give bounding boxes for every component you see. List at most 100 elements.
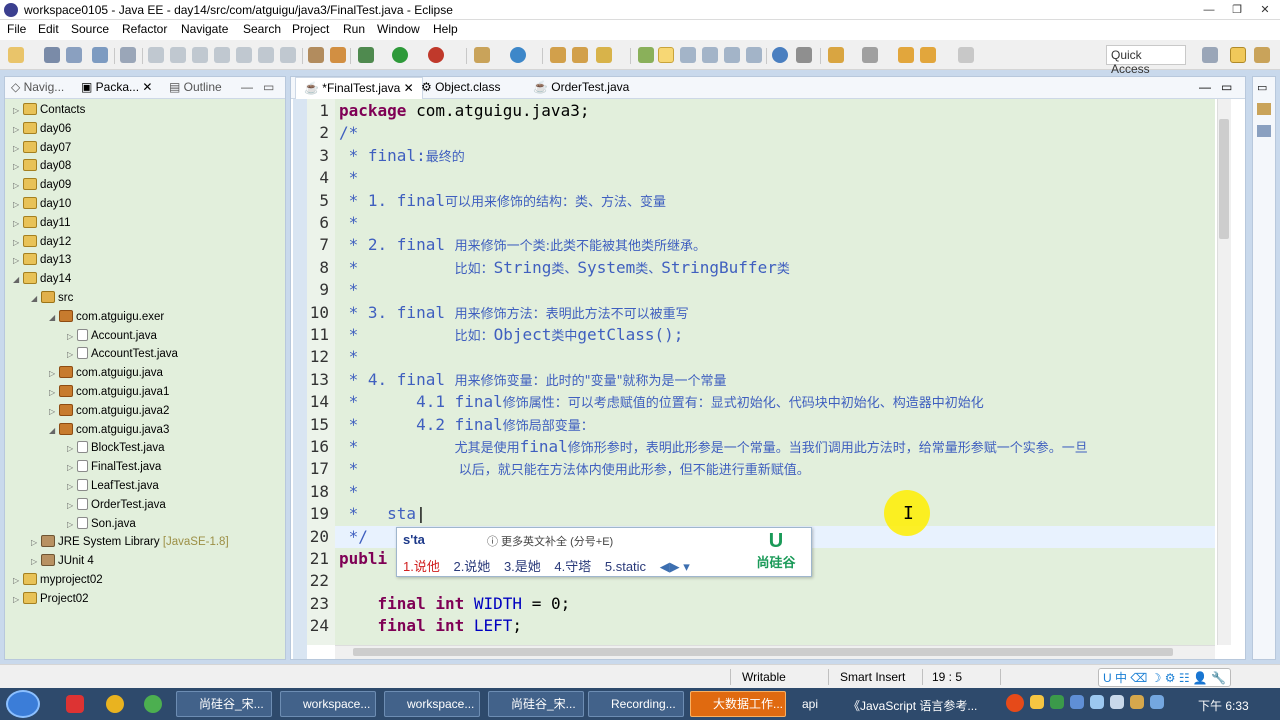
tab-object-class[interactable]: ⚙ Object.class (421, 80, 500, 94)
save-icon[interactable] (44, 47, 60, 63)
expand-toggle-icon[interactable]: ▷ (13, 590, 23, 609)
step-return-icon[interactable] (280, 47, 296, 63)
menu-edit[interactable]: Edit (38, 22, 59, 36)
minimize-panel-icon[interactable]: — (241, 80, 253, 94)
expand-toggle-icon[interactable]: ▷ (67, 327, 77, 346)
ime-hint[interactable]: ⓘ 更多英文补全 (分号+E) (487, 533, 613, 549)
tree-item[interactable]: ▷ day06 (13, 120, 71, 139)
tree-item[interactable]: ◢ src (31, 289, 73, 308)
run-external-tools-icon[interactable] (428, 47, 444, 63)
expand-toggle-icon[interactable]: ▷ (13, 139, 23, 158)
save-all-icon[interactable] (66, 47, 82, 63)
expand-toggle-icon[interactable]: ▷ (49, 402, 59, 421)
suspend-icon[interactable] (170, 47, 186, 63)
block-selection-icon[interactable] (680, 47, 696, 63)
code-line[interactable]: * 4.2 final修饰局部变量： (339, 415, 594, 434)
chrome-alt-icon[interactable] (144, 695, 162, 713)
new-java-project-icon[interactable] (474, 47, 490, 63)
mark-occurrences-icon[interactable] (658, 47, 674, 63)
expand-toggle-icon[interactable]: ▷ (13, 571, 23, 590)
tree-item[interactable]: ▷ Son.java (67, 515, 136, 534)
tray-icon[interactable] (1070, 695, 1084, 709)
close-button[interactable]: ✕ (1252, 2, 1278, 18)
ime-candidate[interactable]: 5.static (605, 559, 646, 574)
tree-item[interactable]: ▷ day07 (13, 139, 71, 158)
use-step-filters-icon[interactable] (330, 47, 346, 63)
expand-toggle-icon[interactable]: ▷ (13, 251, 23, 270)
expand-toggle-icon[interactable]: ▷ (31, 533, 41, 552)
tray-icon[interactable] (1030, 695, 1044, 709)
tree-item[interactable]: ▷ com.atguigu.java2 (49, 402, 169, 421)
code-line[interactable]: * 尤其是使用final修饰形参时，表明此形参是一个常量。当我们调用此方法时，给… (339, 437, 1088, 456)
netease-music-icon[interactable] (66, 695, 84, 713)
code-line[interactable]: package com.atguigu.java3; (339, 101, 589, 120)
code-line[interactable]: /* (339, 123, 358, 142)
tab-finaltest[interactable]: ☕ *FinalTest.java ✕ (295, 77, 423, 99)
code-line[interactable]: * sta| (339, 504, 426, 523)
tab-outline[interactable]: ▤ Outline (169, 80, 222, 94)
ime-toolbar[interactable]: U 中 ⌫ ☽ ⚙ ☷ 👤 🔧 (1098, 668, 1232, 687)
show-whitespace-icon[interactable] (724, 47, 740, 63)
tray-icon[interactable] (1050, 695, 1064, 709)
back-icon[interactable] (920, 47, 936, 63)
taskbar-browser-tab[interactable]: 《JavaScript 语言参考... (848, 697, 977, 714)
expand-toggle-icon[interactable]: ▷ (13, 176, 23, 195)
tree-item[interactable]: ▷ day09 (13, 176, 71, 195)
code-line[interactable]: * 4.1 final修饰属性：可以考虑赋值的位置有：显式初始化、代码块中初始化… (339, 392, 984, 411)
task-button[interactable]: 大数据工作... (690, 691, 786, 717)
open-type-icon[interactable] (550, 47, 566, 63)
tree-item[interactable]: ▷ day10 (13, 195, 71, 214)
disconnect-icon[interactable] (214, 47, 230, 63)
action-center-icon[interactable] (1150, 695, 1164, 709)
expand-toggle-icon[interactable]: ▷ (67, 439, 77, 458)
expand-toggle-icon[interactable]: ▷ (49, 383, 59, 402)
code-line[interactable]: * (339, 347, 359, 366)
vertical-scroll-thumb[interactable] (1219, 119, 1229, 239)
tree-item[interactable]: ▷ AccountTest.java (67, 345, 178, 364)
code-line[interactable]: * (339, 482, 359, 501)
expand-toggle-icon[interactable]: ◢ (13, 270, 23, 289)
code-line[interactable]: final int WIDTH = 0; (339, 594, 571, 613)
tree-item[interactable]: ▷ com.atguigu.java1 (49, 383, 169, 402)
menu-search[interactable]: Search (243, 22, 281, 36)
tree-item[interactable]: ▷ BlockTest.java (67, 439, 165, 458)
code-line[interactable]: * 比如：Object类中getClass(); (339, 325, 684, 344)
code-line[interactable]: * 3. final 用来修饰方法：表明此方法不可以被重写 (339, 303, 689, 322)
tree-item[interactable]: ▷ com.atguigu.java (49, 364, 163, 383)
code-line[interactable]: * 1. final可以用来修饰的结构：类、方法、变量 (339, 191, 666, 210)
code-line[interactable]: publi (339, 549, 387, 568)
code-line[interactable]: final int LEFT; (339, 616, 523, 635)
step-over-icon[interactable] (258, 47, 274, 63)
resume-icon[interactable] (148, 47, 164, 63)
task-list-icon[interactable] (1257, 125, 1271, 137)
clock[interactable]: 下午 6:33 (1198, 697, 1249, 714)
search-icon[interactable] (596, 47, 612, 63)
task-button[interactable]: 尚硅谷_宋... (176, 691, 272, 717)
expand-toggle-icon[interactable]: ▷ (13, 120, 23, 139)
tab-ordertest[interactable]: ☕ OrderTest.java (533, 80, 629, 94)
menu-help[interactable]: Help (433, 22, 458, 36)
expand-toggle-icon[interactable]: ◢ (49, 421, 59, 440)
expand-toggle-icon[interactable]: ▷ (67, 345, 77, 364)
expand-toggle-icon[interactable]: ▷ (67, 458, 77, 477)
expand-toggle-icon[interactable]: ▷ (13, 157, 23, 176)
volume-icon[interactable] (1110, 695, 1124, 709)
code-line[interactable]: * 4. final 用来修饰变量：此时的"变量"就称为是一个常量 (339, 370, 727, 389)
expand-toggle-icon[interactable]: ▷ (13, 101, 23, 120)
task-button[interactable]: workspace... (384, 691, 480, 717)
code-line[interactable]: * 以后，就只能在方法体内使用此形参，但不能进行重新赋值。 (339, 459, 810, 478)
pilcrow-icon[interactable] (746, 47, 762, 63)
taskbar-api-text[interactable]: api (802, 697, 818, 711)
expand-toggle-icon[interactable]: ▷ (67, 515, 77, 534)
outline-view-icon[interactable] (1257, 103, 1271, 115)
tree-item[interactable]: ▷ JUnit 4 (31, 552, 94, 571)
menu-file[interactable]: File (7, 22, 26, 36)
web-browser-icon[interactable] (772, 47, 788, 63)
toggle-annotation-icon[interactable] (638, 47, 654, 63)
task-button[interactable]: workspace... (280, 691, 376, 717)
menu-source[interactable]: Source (71, 22, 109, 36)
code-line[interactable]: * 2. final 用来修饰一个类:此类不能被其他类所继承。 (339, 235, 706, 254)
tree-item[interactable]: ▷ Contacts (13, 101, 85, 120)
battery-icon[interactable] (1130, 695, 1144, 709)
connect-icon[interactable] (796, 47, 812, 63)
